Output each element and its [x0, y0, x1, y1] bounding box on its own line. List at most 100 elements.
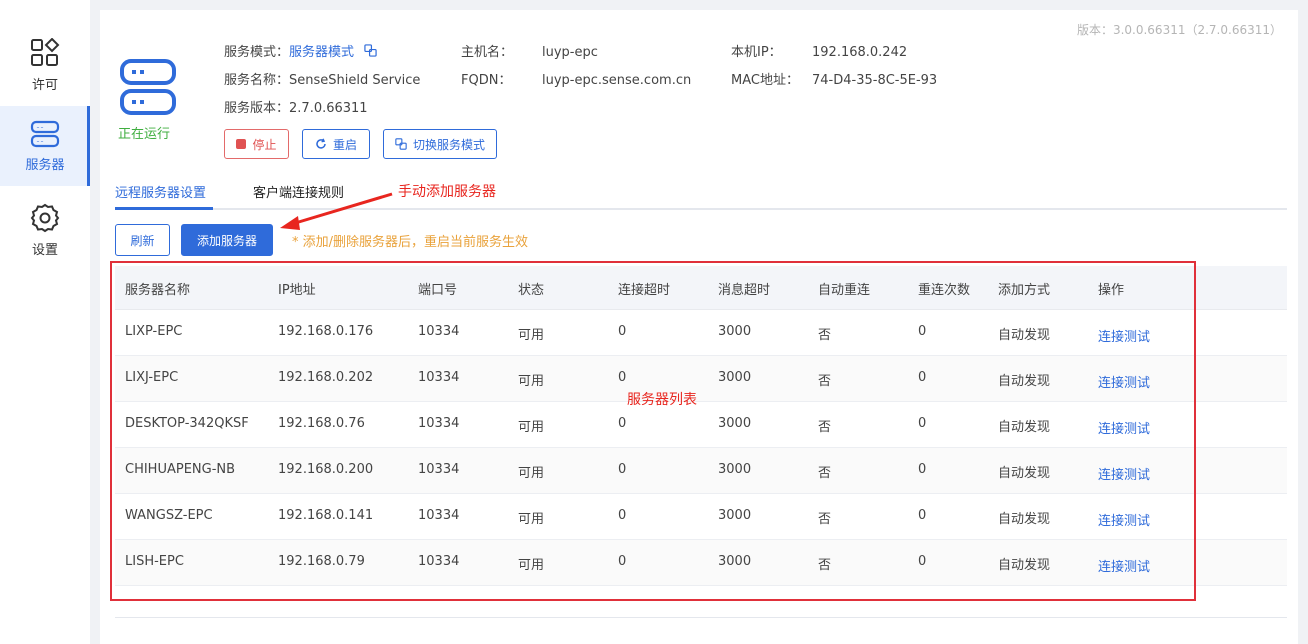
cell-ip-address: 192.168.0.76	[278, 416, 365, 431]
cell-server-name: DESKTOP-342QKSF	[125, 416, 249, 431]
refresh-button-label: 刷新	[130, 233, 155, 248]
column-header-connect-timeout: 连接超时	[618, 283, 671, 298]
table-body: LIXP-EPC 192.168.0.176 10334 可用 0 3000 否 0 自动发现连…	[115, 310, 1287, 586]
connection-test-link[interactable]: 连接测试	[1098, 510, 1150, 529]
table-header-cells: 服务器名称 IP地址 端口号 状态 连接超时 消息超时 自动重连 重连次数 添加方式 操作	[115, 266, 1287, 309]
cell-add-method: 自动发现	[998, 328, 1051, 343]
add-server-button[interactable]: 添加服务器	[181, 224, 273, 256]
cell-status: 可用	[518, 374, 545, 389]
sidebar-item-label: 设置	[31, 242, 58, 258]
cell-add-method: 自动发现	[998, 558, 1051, 573]
table-row: WANGSZ-EPC 192.168.0.141 10334 可用 0 3000 否 0 自动发…	[115, 494, 1287, 540]
connection-test-link[interactable]: 连接测试	[1098, 418, 1150, 437]
cell-auto-reconnect: 否	[818, 466, 832, 481]
cell-status: 可用	[518, 328, 545, 343]
refresh-button[interactable]: 刷新	[115, 224, 170, 256]
cell-auto-reconnect: 否	[818, 420, 832, 435]
tab-remote-server-settings[interactable]: 远程服务器设置	[115, 182, 206, 201]
mac-address-value: 74-D4-35-8C-5E-93	[812, 73, 938, 88]
restart-hint: * 添加/删除服务器后，重启当前服务生效	[292, 235, 529, 250]
host-name: 主机名： luyp-epc	[461, 41, 598, 60]
local-ip: 本机IP： 192.168.0.242	[731, 41, 907, 60]
service-mode-label: 服务模式：	[224, 45, 290, 60]
active-tab-indicator	[115, 207, 213, 210]
column-header-status: 状态	[518, 283, 545, 298]
cell-connect-timeout: 0	[618, 324, 627, 339]
server-status-graphic	[116, 58, 180, 122]
cell-server-name: LIXP-EPC	[125, 324, 183, 339]
table-bottom-divider	[115, 617, 1287, 618]
main-panel: 版本：3.0.0.66311（2.7.0.66311） 正在运行 服务模式：服务…	[100, 10, 1298, 644]
cell-port: 10334	[418, 554, 460, 569]
switch-mode-button-label: 切换服务模式	[412, 137, 485, 152]
stop-button[interactable]: 停止	[224, 129, 289, 159]
gear-icon	[30, 203, 60, 232]
cell-ip-address: 192.168.0.202	[278, 370, 374, 385]
service-mode-link[interactable]: 服务器模式	[289, 45, 354, 60]
host-name-value: luyp-epc	[542, 45, 598, 60]
cell-server-name: CHIHUAPENG-NB	[125, 462, 236, 477]
cell-connect-timeout: 0	[618, 416, 627, 431]
local-ip-value: 192.168.0.242	[812, 45, 908, 60]
cell-connect-timeout: 0	[618, 508, 627, 523]
mac-address: MAC地址： 74-D4-35-8C-5E-93	[731, 69, 937, 88]
column-header-server-name: 服务器名称	[125, 283, 191, 298]
sidebar-item-server[interactable]: 服务器	[0, 106, 90, 186]
cell-message-timeout: 3000	[718, 370, 752, 385]
cell-port: 10334	[418, 462, 460, 477]
cell-auto-reconnect: 否	[818, 328, 832, 343]
column-header-action: 操作	[1098, 283, 1125, 298]
annotation-arrow	[280, 192, 393, 230]
cell-connect-timeout: 0	[618, 462, 627, 477]
cell-port: 10334	[418, 324, 460, 339]
sidebar-item-label: 许可	[31, 77, 58, 93]
status-badge: 正在运行	[118, 127, 171, 142]
connection-test-link[interactable]: 连接测试	[1098, 326, 1150, 345]
cell-status: 可用	[518, 466, 545, 481]
license-grid-icon	[31, 37, 60, 66]
version-text: 版本：3.0.0.66311（2.7.0.66311）	[1076, 23, 1282, 37]
cell-reconnect-count: 0	[918, 370, 927, 385]
column-header-add-method: 添加方式	[998, 283, 1051, 298]
sidebar-item-settings[interactable]: 设置	[0, 190, 90, 270]
server-icon	[30, 120, 60, 147]
annotation-add-manual: 手动添加服务器	[398, 184, 496, 200]
service-version-value: 2.7.0.66311	[289, 101, 368, 116]
cell-add-method: 自动发现	[998, 466, 1051, 481]
cell-add-method: 自动发现	[998, 512, 1051, 527]
switch-mode-icon[interactable]	[364, 44, 377, 57]
stop-icon	[236, 139, 247, 149]
refresh-icon	[316, 138, 326, 149]
cell-reconnect-count: 0	[918, 324, 927, 339]
fqdn-label: FQDN：	[461, 73, 512, 88]
connection-test-link[interactable]: 连接测试	[1098, 372, 1150, 391]
cell-message-timeout: 3000	[718, 508, 752, 523]
switch-mode-button[interactable]: 切换服务模式	[383, 129, 497, 159]
table-row: LIXJ-EPC 192.168.0.202 10334 可用 0 3000 否 0 自动发现 连…	[115, 356, 1287, 402]
service-version: 服务版本：2.7.0.66311	[224, 97, 368, 116]
cell-auto-reconnect: 否	[818, 558, 832, 573]
cell-auto-reconnect: 否	[818, 374, 832, 389]
cell-ip-address: 192.168.0.176	[278, 324, 374, 339]
table-header: 服务器名称 IP地址 端口号 状态 连接超时 消息超时 自动重连 重连次数 添加方式 操作	[115, 266, 1287, 310]
restart-button-label: 重启	[332, 137, 357, 152]
fqdn: FQDN： luyp-epc.sense.com.cn	[461, 69, 691, 88]
table-row: LISH-EPC 192.168.0.79 10334 可用 0 3000 否 0 自动发现 连接…	[115, 540, 1287, 586]
cell-auto-reconnect: 否	[818, 512, 832, 527]
restart-button[interactable]: 重启	[302, 129, 370, 159]
cell-reconnect-count: 0	[918, 508, 927, 523]
cell-message-timeout: 3000	[718, 324, 752, 339]
cell-add-method: 自动发现	[998, 374, 1051, 389]
cell-server-name: LIXJ-EPC	[125, 370, 179, 385]
service-mode: 服务模式：服务器模式	[224, 41, 377, 60]
cell-ip-address: 192.168.0.200	[278, 462, 374, 477]
connection-test-link[interactable]: 连接测试	[1098, 464, 1150, 483]
cell-reconnect-count: 0	[918, 462, 927, 477]
server-status-icon	[120, 59, 176, 115]
cell-message-timeout: 3000	[718, 416, 752, 431]
sidebar-item-license[interactable]: 许可	[0, 25, 90, 105]
column-header-reconnect-count: 重连次数	[918, 283, 971, 298]
cell-port: 10334	[418, 508, 460, 523]
table-row: DESKTOP-342QKSF 192.168.0.76 10334 可用 0 3000 否…	[115, 402, 1287, 448]
connection-test-link[interactable]: 连接测试	[1098, 556, 1150, 575]
